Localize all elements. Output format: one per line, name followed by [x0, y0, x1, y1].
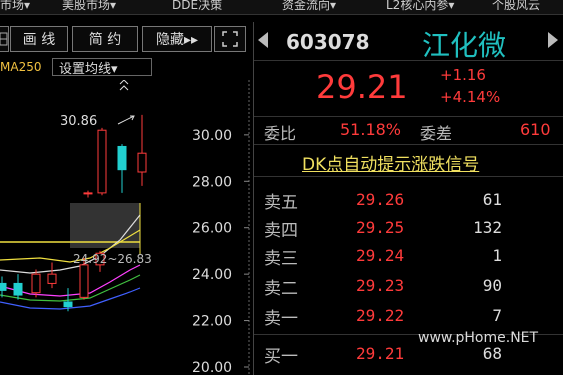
divider: [254, 60, 563, 61]
quote-panel: 603078 江化微 29.21 +1.16 +4.14% 委比 51.18% …: [254, 22, 563, 375]
wb-value: 51.18%: [340, 120, 402, 139]
orderbook-row-sell3: 卖三 29.24 1: [254, 244, 563, 272]
ob-volume: 90: [482, 276, 502, 295]
ob-price: 29.21: [356, 344, 405, 363]
divider: [254, 176, 563, 177]
expand-up-icon: [119, 80, 129, 91]
high-price-label: 30.86: [60, 114, 97, 129]
draw-line-button[interactable]: 画 线: [10, 26, 68, 52]
orderbook-row-sell2: 卖二 29.23 90: [254, 274, 563, 302]
tab-capital-flow[interactable]: 资金流向▾: [282, 0, 336, 14]
price-change: +1.16: [440, 66, 486, 84]
candle-body: [31, 273, 41, 294]
ob-price: 29.23: [356, 276, 405, 295]
ob-price: 29.25: [356, 218, 405, 237]
ob-price: 29.26: [356, 190, 405, 209]
range-label: 24.92~26.83: [73, 252, 152, 266]
ob-label: 卖一: [264, 309, 298, 329]
simple-mode-button[interactable]: 简 约: [72, 26, 138, 52]
orderbook-row-buy1: 买一 29.21 68: [254, 342, 563, 370]
ob-volume: 132: [473, 218, 502, 237]
stock-name: 江化微: [422, 29, 507, 62]
tab-dde[interactable]: DDE决策: [172, 0, 222, 14]
watermark: www.pHome.NET: [418, 330, 539, 346]
wc-value: 610: [520, 120, 551, 139]
divider: [254, 116, 563, 117]
last-price: 29.21: [316, 68, 408, 106]
y-tick-label: 26.00: [192, 221, 232, 237]
y-tick-label: 24.00: [192, 267, 232, 283]
y-tick-label: 22.00: [192, 314, 232, 330]
ob-price: 29.24: [356, 246, 405, 265]
orderbook-row-sell5: 卖五 29.26 61: [254, 188, 563, 216]
y-axis-ticks: 30.00 28.00 26.00 24.00 22.00 20.00: [192, 128, 249, 375]
candle-body: [63, 301, 73, 308]
tab-l2-insights[interactable]: L2核心内参▾: [386, 0, 454, 14]
candle-body: [47, 273, 57, 284]
y-tick-label: 28.00: [192, 174, 232, 190]
candle-body: [83, 192, 93, 195]
prev-stock-icon[interactable]: [258, 32, 268, 48]
ob-label: 买一: [264, 347, 298, 367]
ob-label: 卖四: [264, 221, 298, 241]
high-arrow: [117, 115, 135, 125]
ob-label: 卖三: [264, 249, 298, 269]
ob-volume: 61: [482, 190, 502, 209]
hide-panel-button[interactable]: 隐藏▸▸: [142, 26, 212, 52]
dk-signal-link[interactable]: DK点自动提示涨跌信号: [302, 150, 479, 175]
candle-body: [0, 282, 7, 291]
ob-volume: 1: [492, 246, 502, 265]
candlestick-chart[interactable]: 30.00 28.00 26.00 24.00 22.00 20.00 30.86 24.…: [0, 80, 252, 375]
ma250-label: MA250: [0, 60, 42, 74]
candle-body: [117, 145, 127, 171]
ob-volume: 68: [482, 344, 502, 363]
tab-market[interactable]: 市场▾: [0, 0, 30, 14]
tab-stock-news[interactable]: 个股风云: [492, 0, 540, 14]
candle-body: [79, 264, 89, 298]
ob-volume: 7: [492, 306, 502, 325]
divider: [254, 144, 563, 145]
candle-body: [137, 152, 147, 173]
y-tick-label: 20.00: [192, 360, 232, 375]
candle-body: [13, 282, 23, 296]
tab-us-market[interactable]: 美股市场▾: [62, 0, 116, 14]
ma-settings-dropdown[interactable]: 设置均线▾: [52, 58, 152, 77]
grid-icon[interactable]: [0, 26, 9, 52]
ob-price: 29.22: [356, 306, 405, 325]
ob-label: 卖五: [264, 193, 298, 213]
ob-label: 卖二: [264, 279, 298, 299]
y-tick-label: 30.00: [192, 128, 232, 144]
chart-toolbar: 画 线 简 约 隐藏▸▸: [0, 22, 250, 52]
candle-body: [97, 129, 107, 194]
orderbook-row-sell1: 卖一 29.22 7: [254, 304, 563, 332]
fullscreen-icon[interactable]: [214, 26, 246, 52]
stock-symbol: 603078: [286, 30, 370, 54]
price-change-pct: +4.14%: [440, 88, 501, 106]
top-menu-bar: 市场▾ 美股市场▾ DDE决策 资金流向▾ L2核心内参▾ 个股风云: [0, 0, 563, 15]
wb-label: 委比: [264, 124, 297, 143]
wc-label: 委差: [420, 124, 453, 143]
orderbook-row-sell4: 卖四 29.25 132: [254, 216, 563, 244]
next-stock-icon[interactable]: [548, 32, 558, 48]
